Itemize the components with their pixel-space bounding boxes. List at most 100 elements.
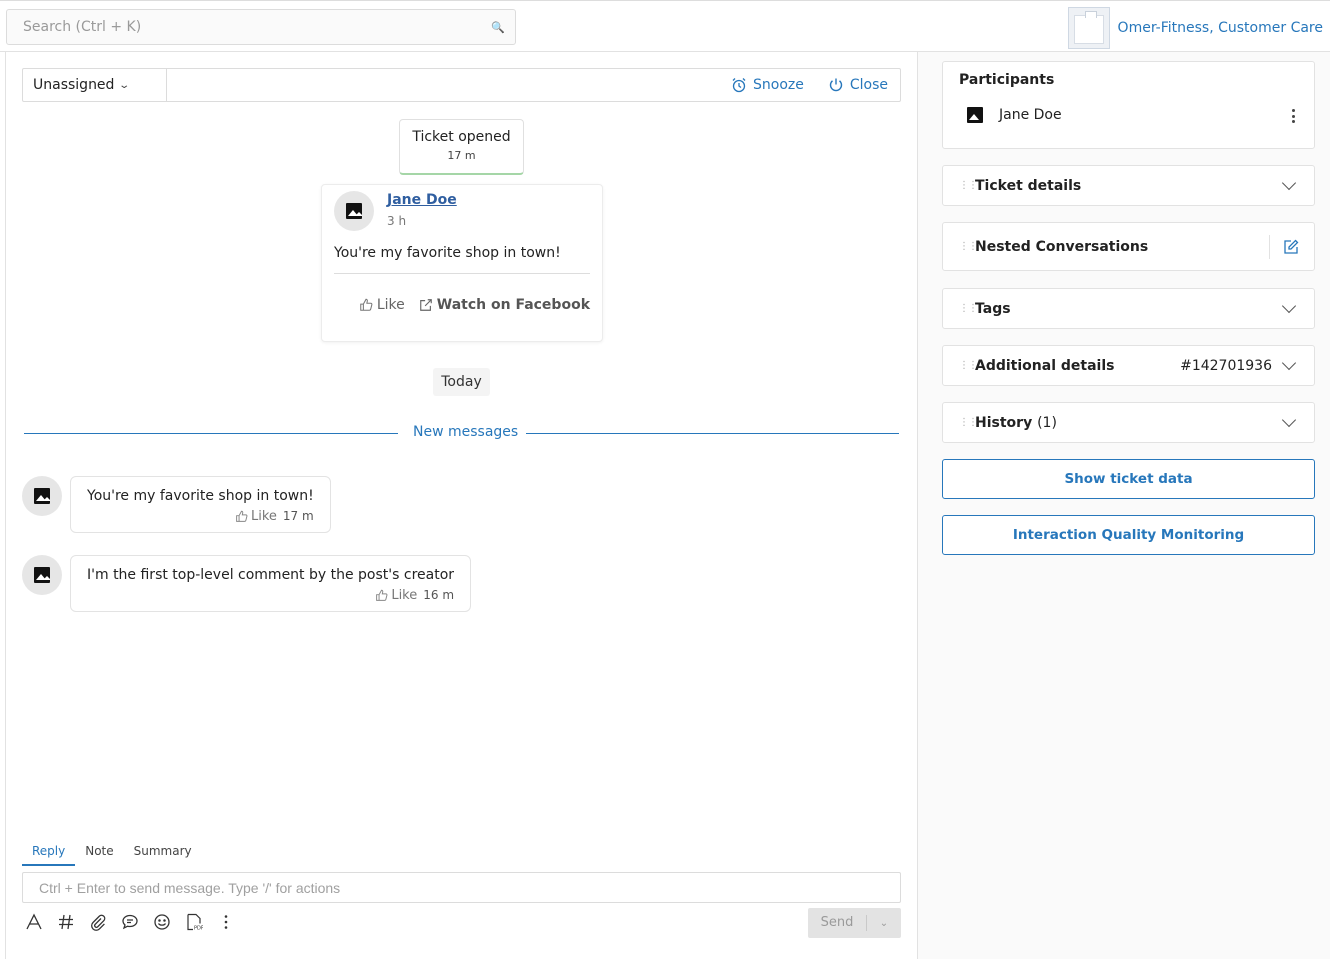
section-title: Tags [975,300,1011,317]
section-nested-conversations[interactable]: ⋮⋮ Nested Conversations [942,222,1315,271]
pdf-icon[interactable]: PDF [184,912,204,932]
post-actions: Like Watch on Facebook [359,297,590,313]
show-ticket-data-button[interactable]: Show ticket data [942,459,1315,499]
brand-logo [1067,7,1110,49]
post-author-link[interactable]: Jane Doe [387,192,457,208]
avatar [22,476,62,516]
section-history[interactable]: ⋮⋮ History (1) [942,402,1315,443]
new-messages-divider: New messages [24,424,899,442]
image-icon [34,488,50,504]
message-time: 17 m [282,509,314,523]
image-icon [346,203,362,219]
tab-note[interactable]: Note [75,840,123,866]
section-title: Ticket details [975,177,1082,194]
ticket-opened-event: Ticket opened 17 m [399,119,524,175]
more-vertical-icon[interactable] [216,912,236,932]
drag-handle-icon[interactable]: ⋮⋮ [959,417,978,427]
canned-response-icon[interactable] [120,912,140,932]
drag-handle-icon[interactable]: ⋮⋮ [959,241,978,251]
history-title: History [975,414,1033,431]
image-icon [967,107,983,123]
tab-summary[interactable]: Summary [124,840,202,866]
avatar [22,555,62,595]
message-bubble: You're my favorite shop in town! Like 17… [70,476,331,533]
thumbs-up-icon [360,298,373,311]
watch-on-facebook-link[interactable]: Watch on Facebook [419,297,590,313]
section-ticket-details[interactable]: ⋮⋮ Ticket details [942,165,1315,206]
like-button[interactable]: Like [235,509,277,524]
tab-reply[interactable]: Reply [22,840,76,866]
like-label: Like [391,588,418,603]
new-messages-label: New messages [413,424,519,440]
drag-handle-icon[interactable]: ⋮⋮ [959,360,978,370]
close-ticket-button[interactable]: Close [828,77,888,93]
participant-item[interactable]: Jane Doe [967,107,1062,123]
like-label: Like [251,509,277,524]
text-format-icon[interactable] [24,912,44,932]
ticket-id: #142701936 [1180,357,1272,374]
date-separator: Today [433,368,490,396]
drag-handle-icon[interactable]: ⋮⋮ [959,303,978,313]
message-composer[interactable] [22,872,901,903]
post-text: You're my favorite shop in town! [334,245,561,261]
close-label: Close [849,77,888,93]
brand-name[interactable]: Omer-Fitness, Customer Care [1118,20,1323,36]
participants-panel: Participants Jane Doe [942,61,1315,149]
chevron-down-icon[interactable]: ⌄ [867,918,901,929]
message-text: I'm the first top-level comment by the p… [87,567,455,583]
message-bubble: I'm the first top-level comment by the p… [70,555,472,612]
hashtag-icon[interactable] [56,912,76,932]
search-input[interactable] [23,19,492,35]
chevron-down-icon [1281,175,1297,190]
participants-title: Participants [959,72,1055,88]
composer-tabs: Reply Note Summary [22,840,202,866]
message-input[interactable] [39,879,884,896]
section-title: History (1) [975,415,1057,431]
snooze-button[interactable]: Snooze [731,77,804,93]
send-button[interactable]: Send ⌄ [808,908,901,938]
section-additional-details[interactable]: ⋮⋮ Additional details #142701936 [942,345,1315,386]
svg-text:PDF: PDF [194,926,203,932]
drag-handle-icon[interactable]: ⋮⋮ [959,180,978,190]
message-text: You're my favorite shop in town! [87,488,314,504]
original-post-card: Jane Doe 3 h You're my favorite shop in … [321,184,603,342]
interaction-quality-monitoring-button[interactable]: Interaction Quality Monitoring [942,515,1315,555]
section-title: Additional details [975,357,1115,374]
left-edge-border [5,52,6,959]
brand-switcher[interactable]: Omer-Fitness, Customer Care [1067,7,1323,49]
like-button[interactable]: Like [359,297,405,313]
send-label: Send [808,915,867,931]
section-tags[interactable]: ⋮⋮ Tags [942,288,1315,329]
watch-label: Watch on Facebook [436,297,590,313]
snooze-label: Snooze [753,77,804,93]
power-icon [829,78,842,92]
top-bar: 🔍 Omer-Fitness, Customer Care [0,0,1330,52]
avatar [334,191,374,231]
pane-divider [917,52,918,959]
image-icon [34,567,50,583]
more-vertical-icon[interactable] [1292,109,1296,123]
attachment-icon[interactable] [88,912,108,932]
like-label: Like [376,297,405,313]
edit-icon[interactable] [1269,234,1300,259]
message-time: 16 m [423,588,455,602]
chevron-down-icon [1281,412,1297,427]
thumbs-up-icon [236,510,248,522]
chevron-down-icon [1281,355,1297,370]
history-count: (1) [1037,414,1057,431]
thumbs-up-icon [376,589,388,601]
alarm-clock-icon [732,78,746,93]
emoji-icon[interactable] [152,912,172,932]
global-search[interactable]: 🔍 [6,9,516,45]
section-title: Nested Conversations [975,238,1149,255]
like-button[interactable]: Like [375,588,417,603]
assignee-dropdown[interactable]: Unassigned ⌄ [23,69,167,101]
participant-name: Jane Doe [999,107,1062,123]
ticket-opened-time: 17 m [447,149,476,162]
chevron-down-icon [1281,298,1297,313]
divider [334,273,590,274]
post-time: 3 h [387,214,407,228]
external-link-icon [419,299,432,311]
assignee-label: Unassigned [33,77,115,93]
search-icon[interactable]: 🔍 [491,21,505,34]
